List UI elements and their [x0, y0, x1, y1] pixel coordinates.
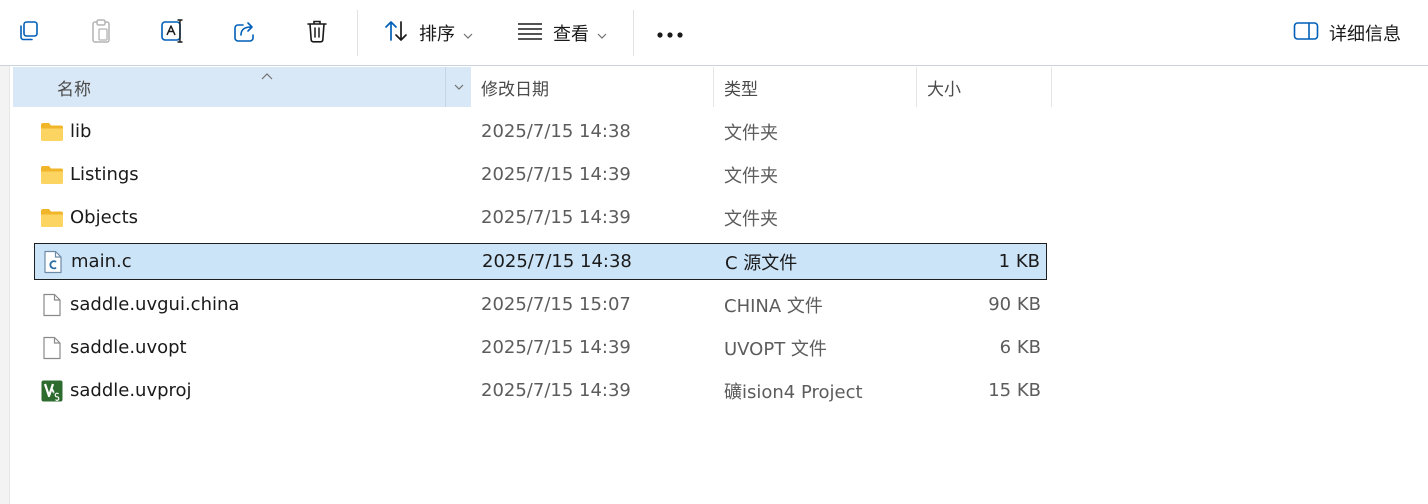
- paste-icon: [89, 18, 113, 48]
- folder-icon: [40, 199, 64, 236]
- file-type: 礦ision4 Project: [724, 381, 863, 403]
- column-header-type-label: 类型: [724, 79, 758, 100]
- file-type: C 源文件: [725, 252, 798, 274]
- file-row[interactable]: saddle.uvopt 2025/7/15 14:39 UVOPT 文件 6 KB: [34, 329, 1047, 366]
- column-header-size-label: 大小: [927, 79, 961, 100]
- column-header-modified-label: 修改日期: [481, 79, 549, 100]
- more-options-button[interactable]: [648, 12, 692, 54]
- column-header-name-label: 名称: [57, 79, 91, 100]
- paste-button[interactable]: [79, 12, 123, 54]
- view-label: 查看: [553, 24, 589, 45]
- c-file-icon: [41, 244, 65, 279]
- file-modified-date: 2025/7/15 14:38: [482, 251, 632, 272]
- file-size: 15 KB: [988, 380, 1041, 401]
- file-type: UVOPT 文件: [724, 338, 827, 360]
- command-bar: 排序 查看 详细信息: [0, 0, 1428, 66]
- navigation-pane-edge: [0, 66, 10, 504]
- file-type: 文件夹: [724, 122, 778, 144]
- file-modified-date: 2025/7/15 14:39: [481, 380, 631, 401]
- chevron-down-icon: [463, 24, 473, 43]
- file-icon: [40, 286, 64, 323]
- file-name: saddle.uvopt: [70, 337, 187, 358]
- file-name: saddle.uvgui.china: [70, 294, 240, 315]
- details-pane-icon: [1293, 21, 1319, 45]
- share-icon: [232, 18, 258, 48]
- file-modified-date: 2025/7/15 14:39: [481, 164, 631, 185]
- file-name: lib: [70, 121, 92, 142]
- copy-button[interactable]: [7, 12, 51, 54]
- file-size: 90 KB: [988, 294, 1041, 315]
- file-name: Listings: [70, 164, 139, 185]
- file-type: 文件夹: [724, 208, 778, 230]
- view-button[interactable]: 查看: [506, 12, 618, 54]
- folder-icon: [40, 113, 64, 150]
- column-header-name[interactable]: 名称: [13, 67, 471, 107]
- file-type: 文件夹: [724, 165, 778, 187]
- toolbar-divider: [357, 10, 358, 56]
- file-modified-date: 2025/7/15 15:07: [481, 294, 631, 315]
- file-row[interactable]: Listings 2025/7/15 14:39 文件夹: [34, 156, 1047, 193]
- file-row[interactable]: lib 2025/7/15 14:38 文件夹: [34, 113, 1047, 150]
- chevron-down-icon: [597, 24, 607, 43]
- share-button[interactable]: [223, 12, 267, 54]
- view-list-icon: [517, 21, 543, 45]
- folder-icon: [40, 156, 64, 193]
- file-modified-date: 2025/7/15 14:39: [481, 337, 631, 358]
- sort-button[interactable]: 排序: [372, 12, 484, 54]
- column-header-type[interactable]: 类型: [714, 67, 917, 107]
- column-filter-dropdown[interactable]: [445, 67, 471, 107]
- file-name: saddle.uvproj: [70, 380, 192, 401]
- details-pane-button[interactable]: 详细信息: [1282, 12, 1412, 54]
- chevron-down-icon: [454, 84, 463, 90]
- trash-icon: [305, 18, 329, 48]
- file-row[interactable]: saddle.uvproj 2025/7/15 14:39 礦ision4 Proj…: [34, 372, 1047, 409]
- column-header-size[interactable]: 大小: [917, 67, 1052, 107]
- rename-icon: [160, 18, 186, 48]
- delete-button[interactable]: [295, 12, 339, 54]
- sort-ascending-icon: [261, 65, 273, 85]
- details-label: 详细信息: [1329, 24, 1401, 45]
- toolbar-divider: [633, 10, 634, 56]
- rename-button[interactable]: [151, 12, 195, 54]
- file-name: main.c: [71, 251, 132, 272]
- column-header-modified[interactable]: 修改日期: [471, 67, 714, 107]
- file-modified-date: 2025/7/15 14:39: [481, 207, 631, 228]
- file-type: CHINA 文件: [724, 295, 823, 317]
- sort-label: 排序: [419, 24, 455, 45]
- file-size: 1 KB: [998, 251, 1040, 272]
- file-size: 6 KB: [999, 337, 1041, 358]
- file-row[interactable]: main.c 2025/7/15 14:38 C 源文件 1 KB: [34, 243, 1047, 280]
- file-name: Objects: [70, 207, 139, 228]
- copy-icon: [17, 19, 41, 47]
- sort-icon: [383, 19, 409, 47]
- uvproj-icon: [40, 372, 64, 409]
- more-icon: [656, 24, 684, 43]
- file-icon: [40, 329, 64, 366]
- file-row[interactable]: saddle.uvgui.china 2025/7/15 15:07 CHINA 文…: [34, 286, 1047, 323]
- file-modified-date: 2025/7/15 14:38: [481, 121, 631, 142]
- file-row[interactable]: Objects 2025/7/15 14:39 文件夹: [34, 199, 1047, 236]
